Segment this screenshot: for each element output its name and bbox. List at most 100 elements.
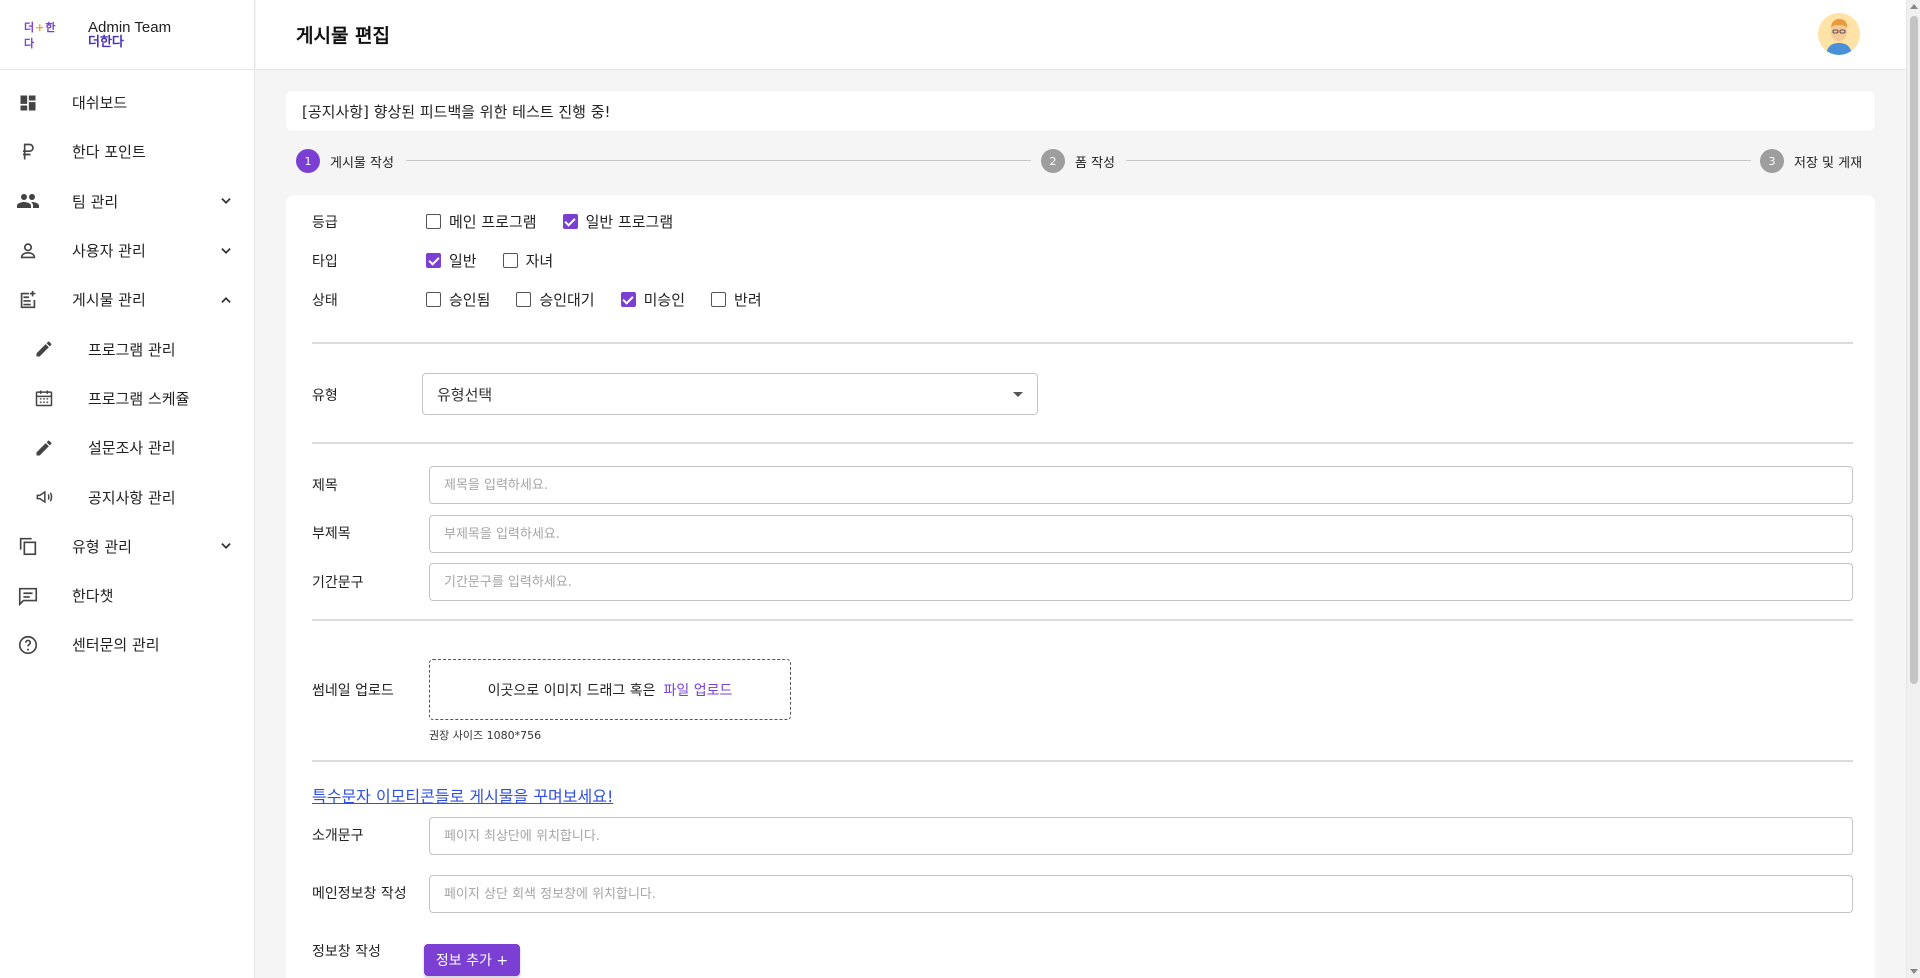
checkbox-box[interactable] bbox=[711, 292, 727, 307]
checkbox-box[interactable] bbox=[502, 253, 518, 268]
sidebar-item-label: 유형 관리 bbox=[72, 537, 132, 556]
pencil-icon bbox=[32, 337, 56, 361]
brand[interactable]: 더+한 다 Admin Team 더한다 bbox=[0, 0, 254, 70]
sidebar-item-team[interactable]: 팀 관리 bbox=[0, 177, 254, 226]
brand-subtitle: 더한다 bbox=[88, 34, 124, 50]
step-write-form: 2 폼 작성 bbox=[1041, 149, 1115, 173]
status-options: 승인됨 승인대기 미승인 반려 bbox=[426, 289, 788, 310]
post-add-icon bbox=[16, 288, 40, 312]
dropzone-text: 이곳으로 이미지 드래그 혹은 bbox=[487, 682, 656, 699]
sidebar-item-users[interactable]: 사용자 관리 bbox=[0, 226, 254, 275]
divider bbox=[312, 619, 1853, 621]
thumbnail-label: 썸네일 업로드 bbox=[312, 683, 394, 699]
scrollbar[interactable] bbox=[1906, 0, 1920, 978]
divider bbox=[312, 760, 1853, 762]
checkbox-box[interactable] bbox=[562, 214, 578, 229]
sidebar-item-label: 센터문의 관리 bbox=[72, 636, 160, 655]
sidebar-nav: 대쉬보드 한다 포인트 팀 관리 사용자 관리 게시물 관리 프로그램 관리 프… bbox=[0, 70, 254, 670]
scroll-down-arrow-icon[interactable] bbox=[1910, 969, 1918, 974]
category-select-value: 유형선택 bbox=[437, 385, 493, 404]
period-input[interactable] bbox=[429, 563, 1853, 601]
sidebar-item-label: 사용자 관리 bbox=[72, 242, 146, 261]
checkbox-box[interactable] bbox=[516, 292, 532, 307]
sidebar-item-posts[interactable]: 게시물 관리 bbox=[0, 275, 254, 324]
step-save-publish: 3 저장 및 게재 bbox=[1760, 149, 1862, 173]
step-number: 1 bbox=[296, 149, 320, 173]
status-approved-checkbox[interactable]: 승인됨 bbox=[426, 289, 490, 310]
step-number: 3 bbox=[1760, 149, 1784, 173]
thumbnail-dropzone[interactable]: 이곳으로 이미지 드래그 혹은 파일 업로드 bbox=[429, 659, 791, 720]
checkbox-box[interactable] bbox=[620, 292, 636, 307]
sidebar-item-program-schedule[interactable]: 프로그램 스케쥴 bbox=[0, 374, 254, 423]
calendar-icon bbox=[32, 386, 56, 410]
thumbnail-size-hint: 권장 사이즈 1080*756 bbox=[429, 729, 542, 742]
type-options: 일반 자녀 bbox=[426, 250, 579, 271]
step-number: 2 bbox=[1041, 149, 1065, 173]
notice-banner: [공지사항] 향상된 피드백을 위한 테스트 진행 중! bbox=[286, 91, 1875, 131]
sidebar-item-inquiry[interactable]: 센터문의 관리 bbox=[0, 620, 254, 669]
divider bbox=[312, 442, 1853, 444]
info-section-label: 정보창 작성 bbox=[312, 944, 381, 960]
sidebar-item-notice[interactable]: 공지사항 관리 bbox=[0, 472, 254, 521]
sidebar-item-label: 설문조사 관리 bbox=[88, 439, 176, 458]
status-unapproved-checkbox[interactable]: 미승인 bbox=[620, 289, 685, 310]
sidebar-item-label: 한다 포인트 bbox=[72, 143, 146, 162]
intro-input[interactable] bbox=[429, 817, 1853, 855]
sidebar-item-points[interactable]: 한다 포인트 bbox=[0, 127, 254, 176]
ruble-icon bbox=[16, 140, 40, 164]
sidebar-item-types[interactable]: 유형 관리 bbox=[0, 522, 254, 571]
stepper: 1 게시물 작성 2 폼 작성 3 저장 및 게재 bbox=[296, 149, 1869, 173]
sidebar-item-label: 팀 관리 bbox=[72, 192, 119, 211]
group-icon bbox=[16, 189, 40, 213]
chevron-down-icon[interactable] bbox=[218, 538, 234, 554]
add-info-button[interactable]: 정보 추가 + bbox=[424, 944, 520, 976]
subtitle-label: 부제목 bbox=[312, 526, 351, 542]
type-child-checkbox[interactable]: 자녀 bbox=[502, 250, 553, 271]
avatar[interactable] bbox=[1818, 13, 1860, 55]
type-label: 타입 bbox=[312, 254, 338, 270]
help-icon bbox=[16, 633, 40, 657]
chevron-up-icon[interactable] bbox=[218, 292, 234, 308]
type-general-checkbox[interactable]: 일반 bbox=[426, 250, 477, 271]
grade-general-checkbox[interactable]: 일반 프로그램 bbox=[562, 211, 673, 232]
main-info-label: 메인정보창 작성 bbox=[312, 886, 407, 902]
chat-icon bbox=[16, 584, 40, 608]
category-select[interactable]: 유형선택 bbox=[422, 373, 1038, 415]
scrollbar-thumb[interactable] bbox=[1910, 16, 1918, 684]
checkbox-box[interactable] bbox=[426, 253, 441, 268]
sidebar-item-chat[interactable]: 한다챗 bbox=[0, 571, 254, 620]
grade-options: 메인 프로그램 일반 프로그램 bbox=[426, 211, 699, 232]
sidebar-item-label: 프로그램 관리 bbox=[88, 340, 176, 359]
title-label: 제목 bbox=[312, 478, 338, 494]
person-icon bbox=[16, 239, 40, 263]
title-input[interactable] bbox=[429, 466, 1853, 504]
divider bbox=[312, 342, 1853, 344]
step-connector bbox=[406, 160, 1031, 161]
scroll-up-arrow-icon[interactable] bbox=[1910, 4, 1918, 9]
chevron-down-icon[interactable] bbox=[218, 243, 234, 259]
page-title: 게시물 편집 bbox=[296, 25, 391, 47]
main-content: [공지사항] 향상된 피드백을 위한 테스트 진행 중! 1 게시물 작성 2 … bbox=[256, 71, 1906, 978]
file-upload-link[interactable]: 파일 업로드 bbox=[664, 680, 733, 700]
checkbox-box[interactable] bbox=[426, 214, 441, 229]
sidebar-item-survey[interactable]: 설문조사 관리 bbox=[0, 423, 254, 472]
sidebar-item-label: 게시물 관리 bbox=[72, 291, 146, 310]
chevron-down-icon[interactable] bbox=[218, 193, 234, 209]
status-rejected-checkbox[interactable]: 반려 bbox=[711, 289, 762, 310]
sidebar-item-program-manage[interactable]: 프로그램 관리 bbox=[0, 324, 254, 373]
post-form-card: 등급 메인 프로그램 일반 프로그램 타입 일반 자녀 상태 승인됨 승인대기 … bbox=[286, 195, 1875, 978]
sidebar-item-label: 한다챗 bbox=[72, 587, 114, 606]
grade-main-checkbox[interactable]: 메인 프로그램 bbox=[426, 211, 537, 232]
brand-title: Admin Team bbox=[88, 18, 172, 36]
copy-icon bbox=[16, 534, 40, 558]
checkbox-box[interactable] bbox=[426, 292, 441, 307]
main-info-input[interactable] bbox=[429, 875, 1853, 913]
emoji-guide-link[interactable]: 특수문자 이모티콘들로 게시물을 꾸며보세요! bbox=[312, 783, 613, 807]
sidebar-item-label: 공지사항 관리 bbox=[88, 488, 176, 507]
dropdown-arrow-icon bbox=[1013, 392, 1023, 397]
subtitle-input[interactable] bbox=[429, 515, 1853, 553]
brand-logo: 더+한 다 bbox=[24, 20, 57, 50]
sidebar-item-dashboard[interactable]: 대쉬보드 bbox=[0, 78, 254, 127]
status-pending-checkbox[interactable]: 승인대기 bbox=[516, 289, 595, 310]
sidebar-item-label: 대쉬보드 bbox=[72, 94, 128, 113]
